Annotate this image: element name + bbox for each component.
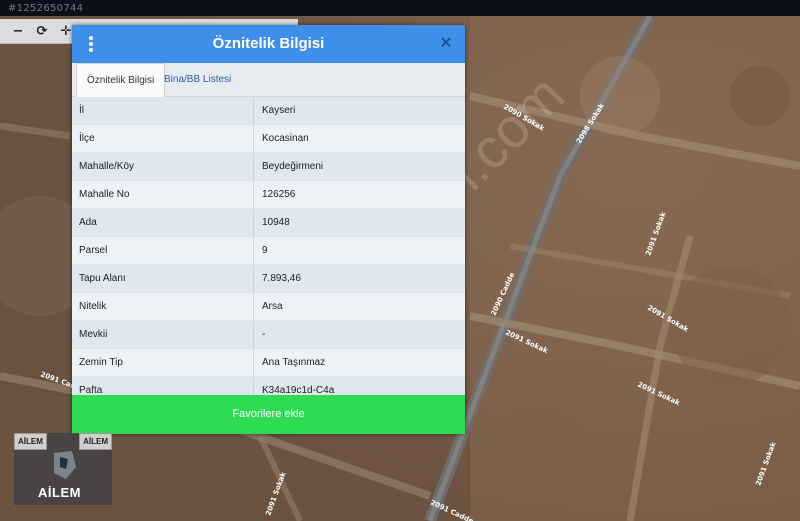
- row-label: Zemin Tip: [72, 349, 254, 376]
- row-label: Mevkii: [72, 321, 254, 348]
- top-bar: #1252650744: [0, 0, 800, 16]
- add-to-favorites-button[interactable]: Favorilere ekle: [72, 395, 465, 434]
- listing-id: #1252650744: [8, 3, 84, 14]
- row-label: Ada: [72, 209, 254, 236]
- close-icon[interactable]: ✕: [437, 34, 455, 52]
- row-label: İl: [72, 97, 254, 124]
- minus-icon[interactable]: −: [6, 19, 30, 43]
- row-value: Ana Taşınmaz: [262, 357, 326, 368]
- logo-badge-left: AİLEM: [14, 433, 47, 450]
- tab-building-list[interactable]: Bina/BB Listesi: [154, 63, 241, 96]
- dialog-title: Öznitelik Bilgisi: [212, 35, 325, 52]
- table-row: İlçe Kocasinan: [72, 125, 465, 153]
- row-label: Mahalle/Köy: [72, 153, 254, 180]
- table-row: Mahalle No 126256: [72, 181, 465, 209]
- row-label: Mahalle No: [72, 181, 254, 208]
- row-value: -: [262, 329, 266, 340]
- table-row: Zemin Tip Ana Taşınmaz: [72, 349, 465, 377]
- tab-attribute-info[interactable]: Öznitelik Bilgisi: [76, 63, 166, 97]
- row-value: Kocasinan: [262, 133, 309, 144]
- attribute-dialog: Öznitelik Bilgisi ✕ Öznitelik Bilgisi Bi…: [72, 25, 465, 434]
- refresh-icon[interactable]: ⟳: [30, 19, 54, 43]
- table-row: Mahalle/Köy Beydeğirmeni: [72, 153, 465, 181]
- row-value: 126256: [262, 189, 296, 200]
- tab-bar: Öznitelik Bilgisi Bina/BB Listesi: [72, 63, 465, 97]
- table-row: Nitelik Arsa: [72, 293, 465, 321]
- row-label: Nitelik: [72, 293, 254, 320]
- row-value: 9: [262, 245, 268, 256]
- row-value: 7.893,46: [262, 273, 301, 284]
- table-row: Ada 10948: [72, 209, 465, 237]
- row-value: Kayseri: [262, 105, 296, 116]
- row-value: Beydeğirmeni: [262, 161, 324, 172]
- table-row: İl Kayseri: [72, 97, 465, 125]
- ailem-logo: AİLEM AİLEM AİLEM: [14, 433, 112, 505]
- table-row: Mevkii -: [72, 321, 465, 349]
- table-row: Parsel 9: [72, 237, 465, 265]
- row-value: 10948: [262, 217, 290, 228]
- logo-badge-right: AİLEM: [79, 433, 112, 450]
- row-label: Parsel: [72, 237, 254, 264]
- attribute-table: İl Kayseri İlçe Kocasinan Mahalle/Köy Be…: [72, 97, 465, 405]
- logo-name: AİLEM: [38, 485, 81, 500]
- dialog-header: Öznitelik Bilgisi ✕: [72, 25, 465, 63]
- row-value: Arsa: [262, 301, 283, 312]
- table-row: Tapu Alanı 7.893,46: [72, 265, 465, 293]
- row-label: İlçe: [72, 125, 254, 152]
- row-label: Tapu Alanı: [72, 265, 254, 292]
